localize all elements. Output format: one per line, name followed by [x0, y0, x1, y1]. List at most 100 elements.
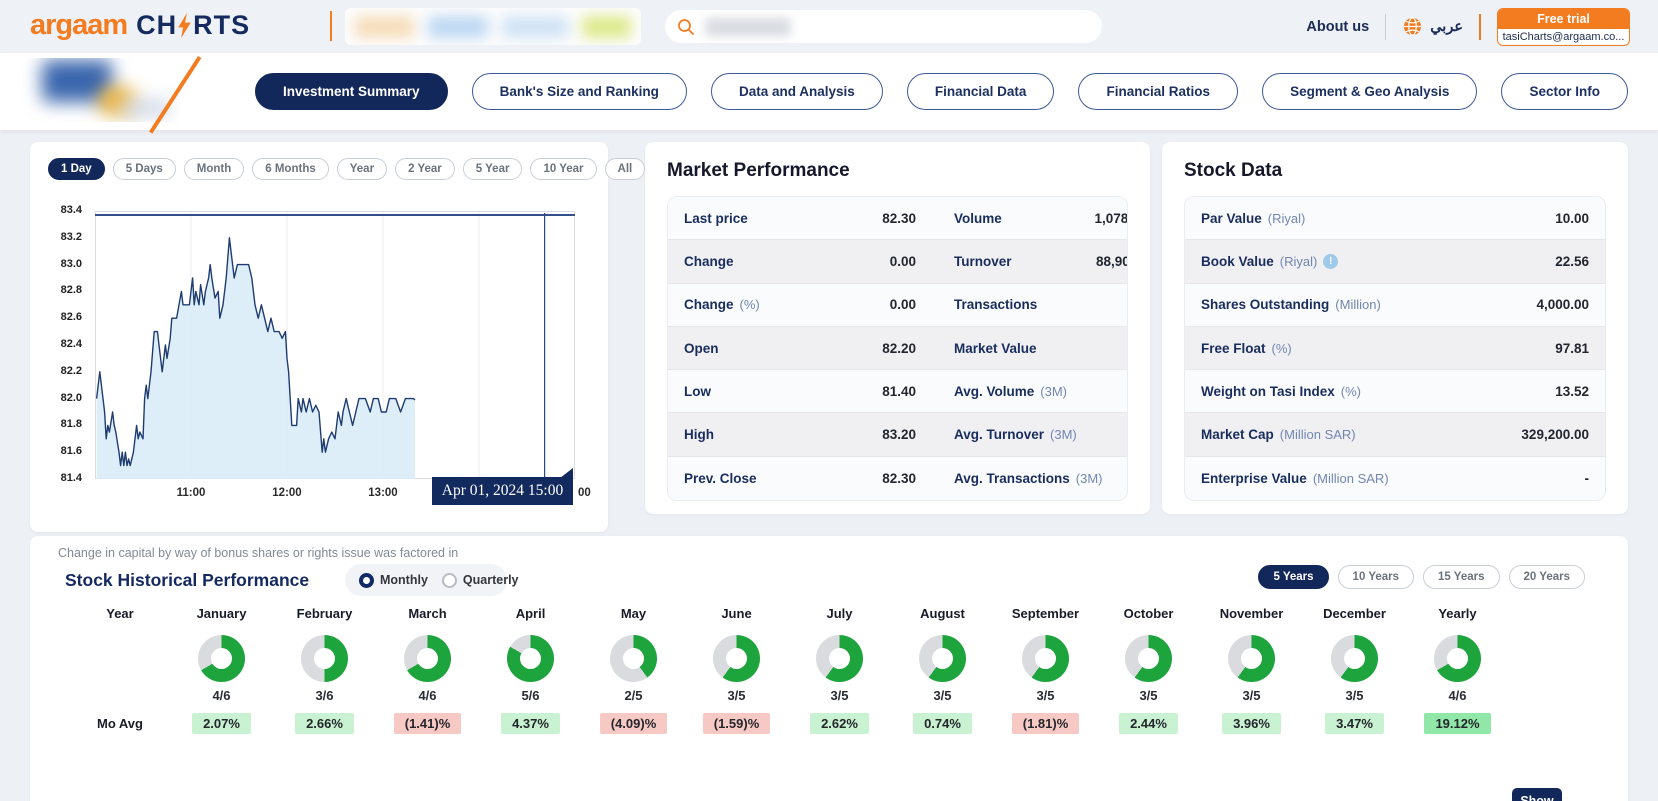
donut-fraction: 5/6: [521, 688, 540, 703]
column-header: May: [620, 606, 647, 621]
show-button[interactable]: Show: [1512, 788, 1562, 801]
x-tick: 11:00: [176, 487, 206, 499]
row-label: Market Cap (Million SAR): [1201, 427, 1356, 443]
donut-fraction: 2/5: [624, 688, 643, 703]
range-6-months[interactable]: 6 Months: [252, 158, 329, 180]
monthly-return-badge: (1.81)%: [1011, 712, 1080, 734]
x-tick: 13:00: [368, 487, 398, 499]
range-1-day[interactable]: 1 Day: [48, 158, 105, 180]
range-5-days[interactable]: 5 Days: [112, 158, 176, 180]
table-row-book-value: Book Value (Riyal) ! 22.56: [1185, 240, 1605, 284]
donut-chart-august: [919, 634, 966, 682]
column-march: March 4/6 (1.41)%: [376, 606, 479, 738]
stock-data-table: Par Value (Riyal) 10.00 Book Value (Riyal)…: [1184, 196, 1606, 502]
column-april: April 5/6 4.37%: [479, 606, 582, 738]
range-month[interactable]: Month: [183, 158, 245, 180]
tab-financial-ratios[interactable]: Financial Ratios: [1078, 73, 1238, 110]
section-nav-row: Investment Summary Bank's Size and Rankin…: [0, 53, 1658, 134]
column-header: August: [920, 606, 965, 621]
row-value: 1,078,311: [1094, 210, 1128, 226]
year-range-5-years[interactable]: 5 Years: [1258, 565, 1329, 589]
price-chart-plot[interactable]: [95, 211, 575, 479]
language-toggle[interactable]: عربي: [1402, 16, 1463, 37]
row-value: 329,200.00: [1521, 427, 1589, 443]
donut-fraction: 3/5: [1036, 688, 1055, 703]
info-icon[interactable]: !: [1323, 253, 1339, 269]
row-value: 88,900,248: [1095, 253, 1128, 269]
tab-financial-data[interactable]: Financial Data: [906, 73, 1055, 110]
row-value: 0.00: [889, 297, 916, 313]
donut-chart-december: [1331, 634, 1378, 682]
table-row-open: Open 82.20 Market Value329,200: [668, 326, 1127, 371]
range-10-year[interactable]: 10 Year: [530, 158, 597, 180]
historical-title: Stock Historical Performance: [65, 570, 310, 590]
logo-argaam-text: argaam: [30, 9, 128, 41]
row-value: 82.30: [882, 210, 916, 226]
range-all[interactable]: All: [604, 158, 646, 180]
y-tick: 83.0: [60, 257, 82, 270]
radio-monthly[interactable]: Monthly: [359, 572, 428, 588]
tab-bank-s-size-and-ranking[interactable]: Bank's Size and Ranking: [471, 73, 687, 110]
monthly-return-badge: 2.44%: [1119, 712, 1178, 734]
y-tick: 82.2: [60, 364, 82, 377]
radio-quarterly[interactable]: Quarterly: [441, 572, 519, 588]
price-chart-card: 1 Day 5 Days Month 6 Months Year 2 Year 5 Year…: [30, 142, 646, 532]
row-label: Free Float (%): [1201, 340, 1292, 356]
column-august: August 3/5 0.74%: [891, 606, 994, 738]
column-january: January 4/6 2.07%: [170, 606, 273, 738]
row-label: Prev. Close: [684, 470, 757, 486]
range-2-year[interactable]: 2 Year: [395, 158, 455, 180]
row-label: High: [684, 427, 714, 443]
year-range-20-years[interactable]: 20 Years: [1508, 565, 1585, 589]
monthly-return-badge: 3.96%: [1222, 712, 1281, 734]
free-trial-button[interactable]: Free trial tasiCharts@argaam.co...: [1497, 7, 1630, 46]
about-us-link[interactable]: About us: [1306, 19, 1369, 35]
column-header: Yearly: [1438, 606, 1477, 621]
monthly-performance-grid: Year Mo Avg January 4/6 2.07% February 3/6 2.66…: [70, 606, 1509, 738]
capital-change-note: Change in capital by way of bonus shares…: [58, 546, 459, 560]
row-value: 13.52: [1555, 383, 1589, 399]
row-label: Market Value: [954, 340, 1037, 356]
tab-sector-info[interactable]: Sector Info: [1501, 73, 1628, 110]
column-july: July 3/5 2.62%: [788, 606, 891, 738]
year-range-15-years[interactable]: 15 Years: [1423, 565, 1500, 589]
donut-chart-september: [1022, 634, 1069, 682]
y-tick: 81.6: [60, 445, 82, 458]
blurred-item: [501, 15, 568, 38]
row-label: Turnover: [954, 253, 1012, 269]
y-tick: 81.8: [60, 418, 82, 431]
row-value: 0.00: [889, 253, 916, 269]
year-range-10-years[interactable]: 10 Years: [1337, 565, 1415, 589]
chart-tooltip: Apr 01, 2024 15:00: [432, 468, 573, 505]
tab-investment-summary[interactable]: Investment Summary: [255, 73, 448, 110]
donut-chart-january: [198, 634, 245, 682]
donut-chart-july: [816, 634, 863, 682]
column-december: December 3/5 3.47%: [1303, 606, 1406, 738]
column-header: January: [196, 606, 247, 621]
tab-data-and-analysis[interactable]: Data and Analysis: [710, 73, 883, 110]
row-value: 329,200: [1037, 341, 1127, 356]
table-row-change: Change (%) 0.00 Transactions5,087: [668, 283, 1127, 327]
blurred-nav-links: [345, 8, 641, 45]
row-value: 4,000.00: [1536, 297, 1589, 313]
donut-chart-june: [713, 634, 760, 682]
range-year[interactable]: Year: [336, 158, 388, 180]
site-logo[interactable]: argaam CH RTS: [30, 9, 250, 42]
donut-fraction: 4/6: [212, 688, 231, 703]
column-header: November: [1219, 606, 1284, 621]
range-5-year[interactable]: 5 Year: [462, 158, 523, 180]
company-logo: [22, 58, 180, 122]
globe-icon: [1404, 17, 1422, 36]
column-may: May 2/5 (4.09)%: [582, 606, 685, 738]
logo-charts-text: CH RTS: [136, 10, 251, 40]
tab-segment-geo-analysis[interactable]: Segment & Geo Analysis: [1262, 73, 1478, 110]
column-year: Year Mo Avg: [70, 606, 170, 738]
radio-label: Quarterly: [462, 573, 519, 587]
monthly-return-badge: (4.09)%: [599, 712, 668, 734]
stock-data-card: Stock Data Par Value (Riyal) 10.00 Book Va…: [1162, 142, 1628, 514]
donut-chart-november: [1228, 634, 1275, 682]
column-yearly: Yearly 4/6 19.12%: [1406, 606, 1509, 738]
search-bar[interactable]: [665, 10, 1102, 43]
column-header: July: [826, 606, 853, 621]
radio-label: Monthly: [380, 573, 428, 587]
